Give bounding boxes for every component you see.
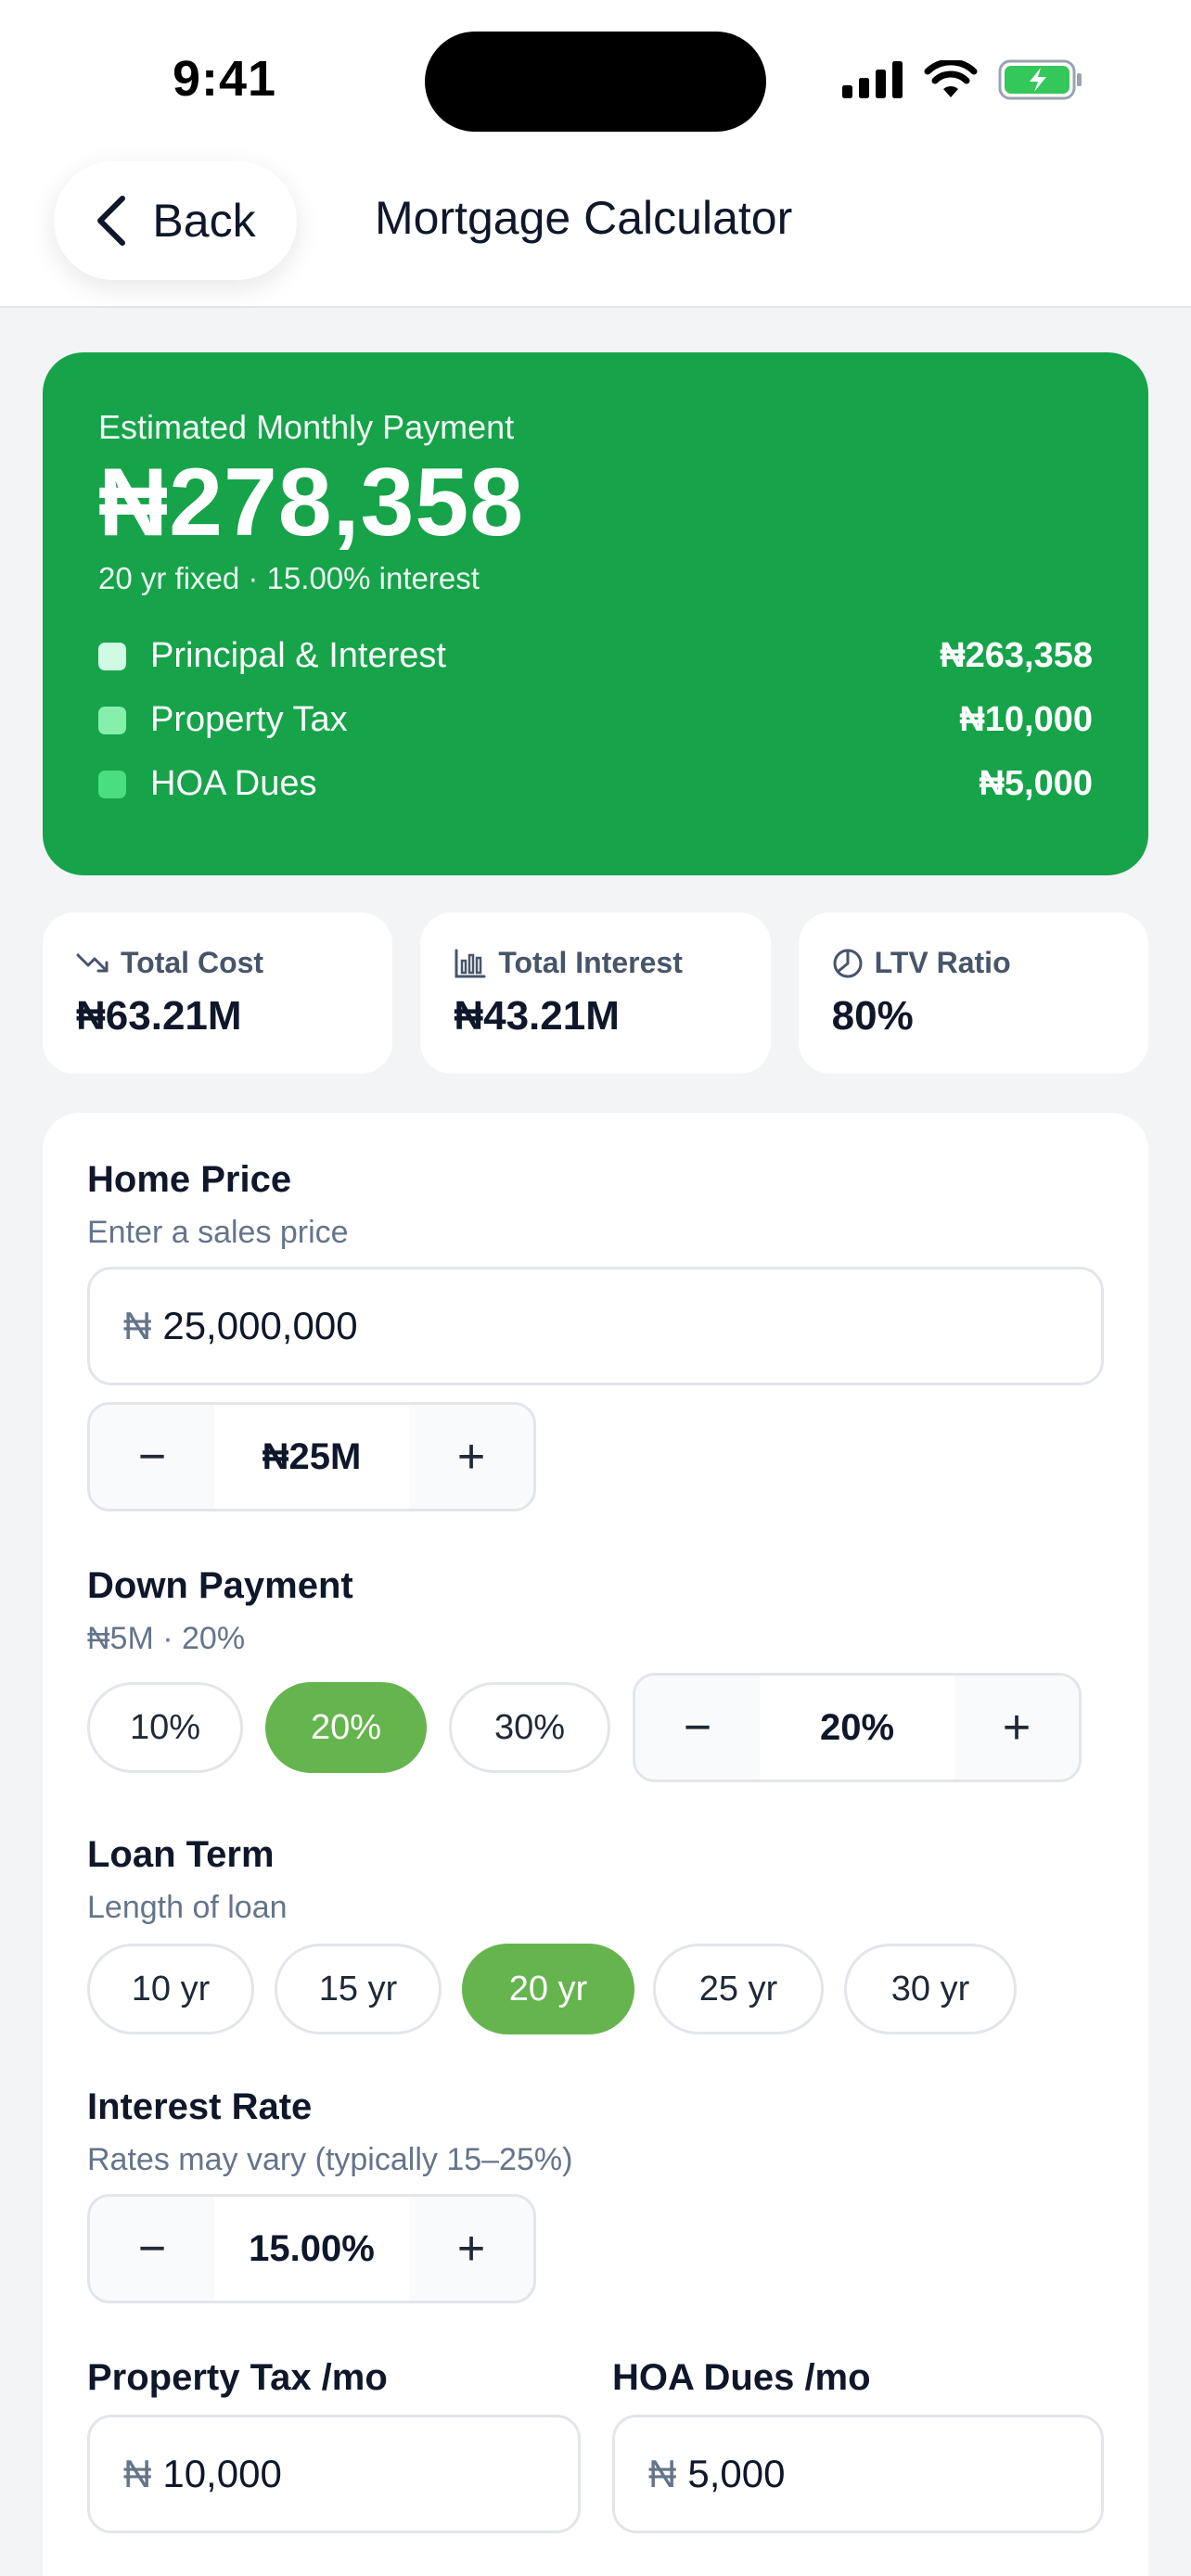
loan-term-hint: Length of loan: [87, 1890, 288, 1925]
loan-term-chip-15[interactable]: 15 yr: [275, 1944, 442, 2034]
stat-total-cost: Total Cost ₦63.21M: [43, 912, 393, 1074]
down-payment-decrement-button[interactable]: −: [635, 1676, 760, 1779]
legend-swatch: [98, 642, 126, 670]
interest-rate-increment-button[interactable]: +: [409, 2197, 533, 2301]
calculator-form: Home Price Enter a sales price ₦ 25,000,…: [43, 1113, 1148, 2576]
status-time: 9:41: [173, 51, 277, 107]
home-price-decrement-button[interactable]: −: [90, 1405, 214, 1509]
chevron-left-icon: [97, 196, 126, 246]
loan-term-chip-25[interactable]: 25 yr: [653, 1944, 824, 2034]
legend-swatch: [98, 706, 126, 734]
breakdown-value: ₦5,000: [979, 764, 1093, 804]
down-payment-chip-10[interactable]: 10%: [87, 1682, 243, 1773]
breakdown-row-principal: Principal & Interest ₦263,358: [98, 624, 1093, 688]
stat-value: ₦43.21M: [454, 993, 620, 1039]
down-payment-chip-20[interactable]: 20%: [265, 1682, 427, 1773]
breakdown-label: Principal & Interest: [150, 636, 446, 676]
breakdown-row-hoa: HOA Dues ₦5,000: [98, 752, 1093, 816]
stat-value: ₦63.21M: [76, 993, 242, 1039]
currency-symbol: ₦: [123, 1304, 152, 1347]
summary-subtitle: 20 yr fixed · 15.00% interest: [98, 561, 480, 596]
property-tax-input[interactable]: ₦ 10,000: [87, 2415, 581, 2533]
back-label: Back: [152, 195, 256, 247]
nav-bar: Back Mortgage Calculator: [0, 158, 1191, 308]
loan-term-chip-20[interactable]: 20 yr: [462, 1944, 634, 2034]
home-price-input[interactable]: ₦ 25,000,000: [87, 1267, 1104, 1385]
home-price-value: 25,000,000: [162, 1304, 358, 1347]
home-price-hint: Enter a sales price: [87, 1215, 349, 1250]
monthly-payment-amount: ₦278,358: [98, 449, 525, 556]
property-tax-value: 10,000: [162, 2452, 282, 2495]
stat-total-interest: Total Interest ₦43.21M: [420, 912, 771, 1074]
down-payment-increment-button[interactable]: +: [954, 1676, 1079, 1779]
interest-rate-label: Interest Rate: [87, 2086, 313, 2127]
breakdown-value: ₦10,000: [959, 700, 1093, 740]
page-title: Mortgage Calculator: [375, 192, 793, 244]
hoa-dues-input[interactable]: ₦ 5,000: [612, 2415, 1104, 2533]
back-button[interactable]: Back: [54, 161, 297, 280]
down-payment-stepper: − 20% +: [633, 1673, 1082, 1782]
loan-term-label: Loan Term: [87, 1834, 275, 1875]
breakdown-label: Property Tax: [150, 700, 348, 740]
pie-chart-icon: [833, 949, 863, 977]
breakdown-value: ₦263,358: [940, 636, 1093, 676]
down-payment-label: Down Payment: [87, 1565, 353, 1606]
stat-ltv-ratio: LTV Ratio 80%: [798, 912, 1148, 1074]
dynamic-island: [425, 32, 766, 132]
interest-rate-stepper-value: 15.00%: [249, 2227, 375, 2269]
stat-label: Total Interest: [498, 946, 683, 979]
loan-term-chip-10[interactable]: 10 yr: [87, 1944, 254, 2034]
home-price-increment-button[interactable]: +: [409, 1405, 533, 1509]
hoa-dues-label: HOA Dues /mo: [612, 2357, 871, 2398]
stat-label: Total Cost: [121, 946, 264, 979]
breakdown-row-property-tax: Property Tax ₦10,000: [98, 688, 1093, 752]
home-price-stepper-value: ₦25M: [262, 1435, 362, 1477]
loan-term-chip-30[interactable]: 30 yr: [844, 1944, 1017, 2034]
property-tax-label: Property Tax /mo: [87, 2357, 388, 2398]
interest-rate-decrement-button[interactable]: −: [90, 2197, 214, 2301]
payment-breakdown: Principal & Interest ₦263,358 Property T…: [98, 624, 1093, 816]
trending-down-icon: [76, 953, 109, 972]
cellular-signal-icon: [842, 61, 903, 98]
battery-charging-icon: [998, 59, 1082, 100]
down-payment-hint: ₦5M · 20%: [87, 1621, 246, 1656]
stats-row: Total Cost ₦63.21M Total Interest ₦43.21…: [43, 912, 1148, 1074]
down-payment-chip-30[interactable]: 30%: [449, 1682, 610, 1773]
stat-value: 80%: [831, 993, 914, 1039]
monthly-payment-summary: Estimated Monthly Payment ₦278,358 20 yr…: [43, 352, 1148, 875]
legend-swatch: [98, 770, 126, 798]
interest-rate-stepper: − 15.00% +: [87, 2194, 536, 2303]
breakdown-label: HOA Dues: [150, 764, 317, 804]
home-price-label: Home Price: [87, 1159, 292, 1200]
bar-chart-icon: [455, 949, 486, 977]
wifi-icon: [924, 60, 978, 97]
currency-symbol: ₦: [648, 2452, 677, 2495]
currency-symbol: ₦: [123, 2452, 152, 2495]
interest-rate-hint: Rates may vary (typically 15–25%): [87, 2142, 573, 2177]
home-price-stepper: − ₦25M +: [87, 1402, 536, 1511]
status-bar: 9:41: [0, 0, 1191, 158]
down-payment-stepper-value: 20%: [819, 1706, 895, 1748]
summary-label: Estimated Monthly Payment: [98, 408, 515, 446]
status-icons: [842, 59, 1083, 100]
stat-label: LTV Ratio: [874, 946, 1011, 979]
hoa-dues-value: 5,000: [687, 2452, 786, 2495]
